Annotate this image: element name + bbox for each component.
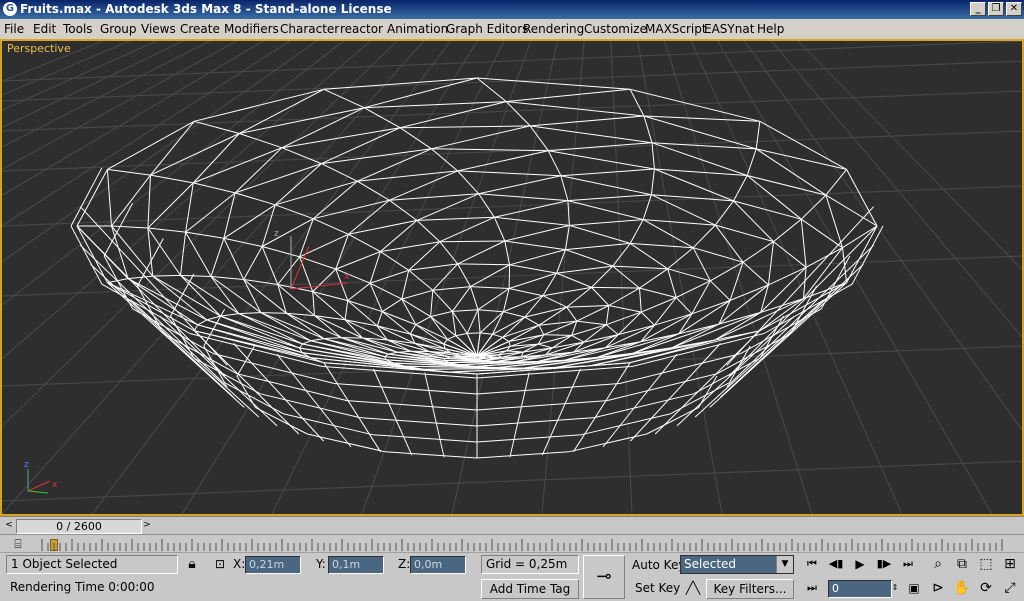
time-configuration-icon[interactable]: ▣ — [904, 579, 924, 597]
z-coordinate-field[interactable]: 0,0m — [410, 556, 466, 574]
chevron-down-icon[interactable]: ▼ — [776, 556, 793, 573]
menu-rendering[interactable]: Rendering — [523, 22, 584, 36]
bowl-wireframe — [71, 78, 883, 458]
minimize-button[interactable]: _ — [970, 2, 986, 16]
grid-size: Grid = 0,25m — [481, 555, 579, 574]
window-title-bar: G Fruits.max - Autodesk 3ds Max 8 - Stan… — [0, 0, 1024, 19]
perspective-viewport[interactable]: Perspective z x z x — [0, 39, 1024, 516]
menu-file[interactable]: File — [4, 22, 24, 36]
y-coordinate-field[interactable]: 0,1m — [328, 556, 384, 574]
menu-character[interactable]: Character — [280, 22, 339, 36]
x-coordinate-field[interactable]: 0,21m — [245, 556, 301, 574]
time-next-button[interactable]: > — [140, 519, 154, 532]
menu-graph-editors[interactable]: Graph Editors — [446, 22, 528, 36]
menu-bar: File Edit Tools Group Views Create Modif… — [0, 19, 1024, 40]
rendering-time: Rendering Time 0:00:00 — [6, 579, 178, 598]
window-title: Fruits.max - Autodesk 3ds Max 8 - Stand-… — [20, 2, 392, 16]
next-frame-icon[interactable]: ▮▶ — [874, 555, 894, 573]
app-icon[interactable]: G — [3, 2, 17, 16]
field-of-view-icon[interactable]: ⊳ — [928, 579, 948, 597]
close-button[interactable]: ✕ — [1006, 2, 1022, 16]
current-frame-field[interactable]: 0 — [828, 580, 892, 598]
set-key-icon[interactable]: ⊸ — [583, 555, 625, 599]
restore-button[interactable]: ❐ — [988, 2, 1004, 16]
arc-rotate-icon[interactable]: ⟳ — [976, 579, 996, 597]
maximize-viewport-icon[interactable]: ⤢ — [1000, 579, 1020, 597]
mini-curve-editor-icon[interactable]: ⌸ — [8, 535, 28, 553]
svg-text:z: z — [274, 229, 279, 239]
y-label: Y: — [316, 557, 326, 571]
auto-key-button[interactable]: Auto Key — [632, 558, 685, 572]
menu-customize[interactable]: Customize — [584, 22, 647, 36]
key-mode-toggle-icon[interactable]: ⏭ — [802, 579, 822, 597]
zoom-all-icon[interactable]: ⧉ — [952, 555, 972, 573]
lock-selection-icon[interactable]: 🔒︎ — [182, 555, 202, 573]
menu-animation[interactable]: Animation — [387, 22, 448, 36]
menu-tools[interactable]: Tools — [63, 22, 93, 36]
selection-status: 1 Object Selected — [6, 555, 178, 574]
key-tangents-icon[interactable]: ╱╲ — [683, 579, 703, 597]
menu-create[interactable]: Create — [180, 22, 220, 36]
menu-modifiers[interactable]: Modifiers — [224, 22, 279, 36]
set-key-button[interactable]: Set Key — [635, 581, 680, 595]
menu-edit[interactable]: Edit — [33, 22, 56, 36]
go-to-end-icon[interactable]: ⏭ — [898, 555, 918, 573]
menu-group[interactable]: Group — [100, 22, 137, 36]
track-ticks — [40, 535, 1020, 553]
pan-hand-icon[interactable]: ✋ — [952, 579, 972, 597]
menu-views[interactable]: Views — [141, 22, 176, 36]
z-label: Z: — [398, 557, 410, 571]
svg-text:x: x — [52, 480, 58, 490]
menu-maxscript[interactable]: MAXScript — [645, 22, 707, 36]
key-mode-value: Selected — [684, 557, 736, 571]
menu-easynat[interactable]: EASYnat — [704, 22, 754, 36]
x-label: X: — [233, 557, 245, 571]
key-filters-button[interactable]: Key Filters... — [706, 579, 794, 599]
go-to-start-icon[interactable]: ⏮ — [802, 555, 822, 573]
key-mode-dropdown[interactable]: Selected ▼ — [680, 555, 794, 574]
track-bar[interactable]: ⌸ — [0, 534, 1024, 553]
svg-text:x: x — [344, 272, 350, 282]
time-slider[interactable]: 0 / 2600 — [16, 519, 142, 534]
menu-help[interactable]: Help — [757, 22, 784, 36]
axis-tripod: z x — [24, 460, 58, 493]
time-slider-bar: < 0 / 2600 > — [0, 516, 1024, 535]
menu-reactor[interactable]: reactor — [340, 22, 383, 36]
add-time-tag-button[interactable]: Add Time Tag — [481, 579, 579, 599]
zoom-icon[interactable]: ⌕ — [928, 555, 948, 573]
previous-frame-icon[interactable]: ◀▮ — [826, 555, 846, 573]
absolute-mode-icon[interactable]: ⊡ — [210, 555, 230, 573]
play-icon[interactable]: ▶ — [850, 555, 870, 573]
zoom-extents-icon[interactable]: ⬚ — [976, 555, 996, 573]
viewport-canvas: z x z x — [2, 41, 1022, 514]
zoom-extents-all-icon[interactable]: ⊞ — [1000, 555, 1020, 573]
svg-text:z: z — [24, 460, 29, 470]
frame-spinner-icon[interactable]: ⇕ — [889, 579, 901, 597]
time-prev-button[interactable]: < — [2, 519, 16, 532]
status-panel: 1 Object Selected Rendering Time 0:00:00… — [0, 552, 1024, 601]
